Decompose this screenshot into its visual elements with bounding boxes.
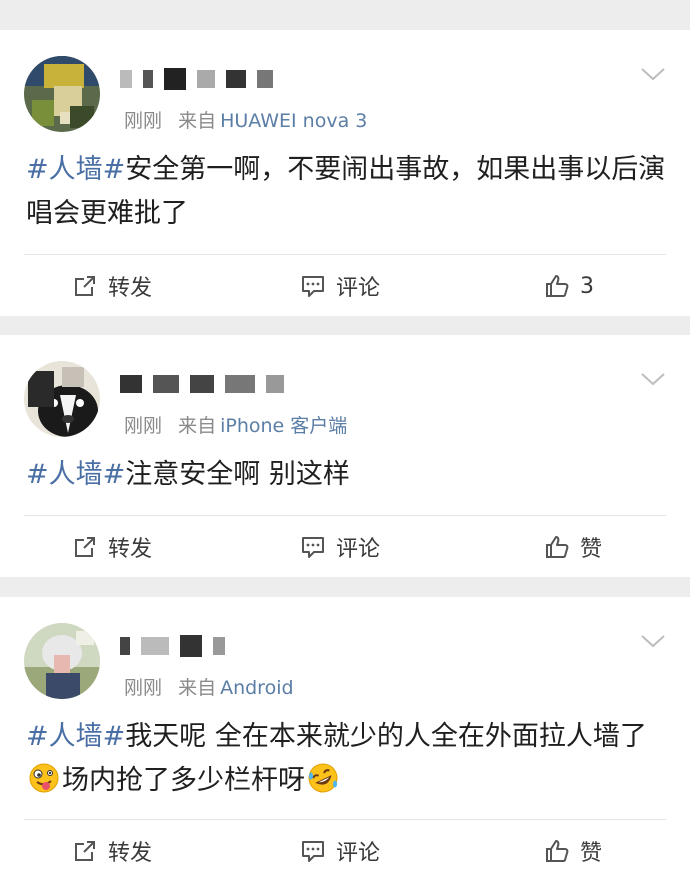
like-label: 赞 bbox=[580, 841, 603, 866]
post-content: #人墙#安全第一啊，不要闹出事故，如果出事以后演唱会更难批了 bbox=[26, 148, 666, 236]
post-meta: 刚刚 来自 HUAWEI nova 3 bbox=[124, 106, 367, 133]
chevron-down-icon[interactable] bbox=[640, 633, 666, 649]
thumbs-up-icon bbox=[546, 840, 569, 862]
from-label: 来自 bbox=[178, 415, 217, 437]
post-text-part2: 场内抢了多少栏杆呀 bbox=[62, 765, 305, 796]
comment-button[interactable]: 评论 bbox=[300, 821, 380, 881]
repost-label: 转发 bbox=[108, 276, 153, 301]
thumbs-up-icon bbox=[546, 536, 569, 558]
post-content: #人墙#注意安全啊 别这样 bbox=[26, 453, 666, 497]
username-blurred[interactable] bbox=[120, 635, 231, 661]
from-label: 来自 bbox=[178, 677, 217, 699]
rofl-emoji-icon bbox=[308, 763, 338, 793]
comment-icon bbox=[302, 841, 324, 862]
username-blurred[interactable] bbox=[120, 373, 290, 399]
hashtag-link[interactable]: #人墙# bbox=[26, 459, 125, 490]
comment-label: 评论 bbox=[336, 841, 381, 866]
avatar[interactable] bbox=[24, 361, 100, 437]
hashtag-link[interactable]: #人墙# bbox=[26, 154, 125, 185]
post-meta: 刚刚 来自 Android bbox=[124, 673, 294, 700]
device-link[interactable]: HUAWEI nova 3 bbox=[220, 110, 367, 132]
action-bar: 转发 评论 赞 bbox=[0, 821, 690, 881]
like-button[interactable]: 3 bbox=[544, 256, 594, 316]
repost-icon bbox=[75, 537, 95, 557]
weibo-feed: 刚刚 来自 HUAWEI nova 3 #人墙#安全第一啊，不要闹出事故，如果出事… bbox=[0, 0, 690, 885]
like-button[interactable]: 赞 bbox=[544, 821, 602, 881]
post-content: #人墙#我天呢 全在本来就少的人全在外面拉人墙了 场内抢了多少栏杆呀 bbox=[26, 715, 666, 803]
username-blurred[interactable] bbox=[120, 68, 279, 94]
repost-label: 转发 bbox=[108, 841, 153, 866]
chevron-down-icon[interactable] bbox=[640, 66, 666, 82]
repost-icon bbox=[75, 276, 95, 296]
device-link[interactable]: iPhone 客户端 bbox=[220, 415, 347, 437]
comment-label: 评论 bbox=[336, 537, 381, 562]
comment-label: 评论 bbox=[336, 276, 381, 301]
post-time: 刚刚 bbox=[124, 415, 163, 437]
like-button[interactable]: 赞 bbox=[544, 517, 602, 577]
like-label: 赞 bbox=[580, 537, 603, 562]
device-link[interactable]: Android bbox=[220, 677, 293, 699]
post-text: 注意安全啊 别这样 bbox=[125, 459, 350, 490]
post-card: 刚刚 来自 HUAWEI nova 3 #人墙#安全第一啊，不要闹出事故，如果出事… bbox=[0, 30, 690, 316]
repost-button[interactable]: 转发 bbox=[72, 517, 152, 577]
comment-button[interactable]: 评论 bbox=[300, 256, 380, 316]
divider bbox=[24, 515, 666, 516]
avatar[interactable] bbox=[24, 623, 100, 699]
like-count: 3 bbox=[580, 273, 594, 299]
action-bar: 转发 评论 3 bbox=[0, 256, 690, 316]
zany-face-emoji-icon bbox=[29, 763, 59, 793]
post-time: 刚刚 bbox=[124, 677, 163, 699]
from-label: 来自 bbox=[178, 110, 217, 132]
chevron-down-icon[interactable] bbox=[640, 371, 666, 387]
hashtag-link[interactable]: #人墙# bbox=[26, 721, 125, 752]
post-text-part1: 我天呢 全在本来就少的人全在外面拉人墙了 bbox=[125, 721, 647, 752]
divider bbox=[24, 819, 666, 820]
post-time: 刚刚 bbox=[124, 110, 163, 132]
repost-button[interactable]: 转发 bbox=[72, 821, 152, 881]
post-card: 刚刚 来自 iPhone 客户端 #人墙#注意安全啊 别这样 转发 评论 赞 bbox=[0, 335, 690, 577]
action-bar: 转发 评论 赞 bbox=[0, 517, 690, 577]
comment-button[interactable]: 评论 bbox=[300, 517, 380, 577]
post-card: 刚刚 来自 Android #人墙#我天呢 全在本来就少的人全在外面拉人墙了 场内… bbox=[0, 597, 690, 885]
comment-icon bbox=[302, 537, 324, 558]
thumbs-up-icon bbox=[546, 275, 569, 297]
repost-icon bbox=[75, 841, 95, 861]
repost-label: 转发 bbox=[108, 537, 153, 562]
avatar[interactable] bbox=[24, 56, 100, 132]
divider bbox=[24, 254, 666, 255]
post-meta: 刚刚 来自 iPhone 客户端 bbox=[124, 411, 347, 438]
comment-icon bbox=[302, 276, 324, 297]
repost-button[interactable]: 转发 bbox=[72, 256, 152, 316]
